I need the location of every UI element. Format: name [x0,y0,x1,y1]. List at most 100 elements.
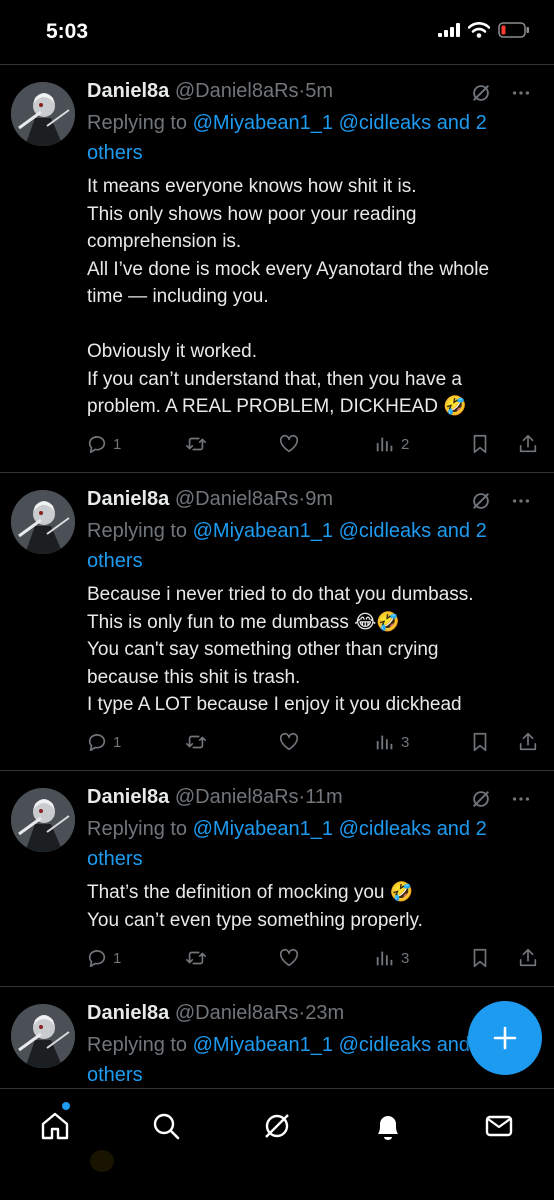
post-text-line: All I’ve done is mock every Ayanotard th… [87,258,490,280]
reply-icon [88,436,106,454]
reply-mentions-link[interactable]: @Miyabean1_1 @cidleaks and 2 [193,818,487,840]
reply-mentions-link[interactable]: @Miyabean1_1 @cidleaks and 2 [193,1034,487,1056]
handle[interactable]: @Daniel8aRs [175,786,299,808]
post-time: 5m [305,80,333,102]
repost-icon [186,951,206,965]
reply-button[interactable]: 1 [86,433,121,455]
wifi-icon [468,22,490,38]
post[interactable]: Daniel8a @Daniel8aRs·9m Replying to @Miy… [0,473,554,771]
post[interactable]: Daniel8a @Daniel8aRs·5m Replying to @Miy… [0,65,554,473]
replying-to-label: Replying to [87,112,193,134]
replying-to: Replying to @Miyabean1_1 @cidleaks and 2… [87,108,507,168]
reply-mentions-link[interactable]: @Miyabean1_1 @cidleaks and 2 [193,112,487,134]
post-actions: 1 2 [86,433,546,459]
timeline-feed[interactable]: Daniel8a @Daniel8aRs·5m Replying to @Miy… [0,64,554,1089]
views-icon [376,735,393,750]
display-name[interactable]: Daniel8a [87,80,169,102]
post-text[interactable]: Because i never tried to do that you dum… [87,581,547,719]
more-icon[interactable] [510,82,532,104]
tab-notifications[interactable] [371,1109,405,1143]
bookmark-icon [473,434,487,454]
views-icon [376,951,393,966]
reply-others-link[interactable]: others [87,1064,143,1086]
post-time: 9m [305,488,333,510]
handle[interactable]: @Daniel8aRs [175,1002,299,1024]
replying-to: Replying to @Miyabean1_1 @cidleaks and 2… [87,1030,507,1089]
tab-messages[interactable] [482,1109,516,1143]
more-icon[interactable] [510,788,532,810]
reply-count: 1 [113,949,122,967]
post-text[interactable]: It means everyone knows how shit it is. … [87,173,547,421]
tab-home[interactable] [38,1109,72,1143]
display-name[interactable]: Daniel8a [87,488,169,510]
post-text-line: comprehension is. [87,231,242,252]
share-button[interactable] [517,947,539,969]
grok-icon[interactable] [470,788,492,810]
avatar[interactable] [11,490,75,554]
post-text[interactable]: That’s the definition of mocking you 🤣 Y… [87,879,547,934]
post-text-line: I type A LOT because I enjoy it you dick… [87,694,462,715]
bookmark-button[interactable] [469,947,491,969]
repost-button[interactable] [184,947,208,969]
avatar[interactable] [11,788,75,852]
post-header-icons [470,490,532,512]
like-button[interactable] [278,947,300,969]
display-name[interactable]: Daniel8a [87,786,169,808]
views-button[interactable]: 3 [374,731,409,753]
post-text-line: That’s the definition of mocking you 🤣 [87,882,414,903]
share-button[interactable] [517,731,539,753]
handle[interactable]: @Daniel8aRs [175,488,299,510]
avatar[interactable] [11,1004,75,1068]
views-button[interactable]: 2 [374,433,409,455]
grok-icon[interactable] [470,82,492,104]
post-text-line: If you can’t understand that, then you h… [87,368,462,390]
status-time: 5:03 [46,20,89,43]
compose-post-button[interactable] [468,1001,542,1075]
home-icon [41,1112,69,1140]
replying-to: Replying to @Miyabean1_1 @cidleaks and 2… [87,814,507,874]
tab-grok[interactable] [260,1109,294,1143]
handle[interactable]: @Daniel8aRs [175,80,299,102]
grok-icon [265,1114,289,1138]
post-text-line: Obviously it worked. [87,341,258,362]
reply-mentions-link[interactable]: @Miyabean1_1 @cidleaks and 2 [193,520,487,542]
post-actions: 1 3 [86,947,546,973]
reply-others-link[interactable]: others [87,142,143,164]
status-icons [438,22,530,38]
replying-to-label: Replying to [87,1034,193,1056]
more-icon[interactable] [510,490,532,512]
bookmark-button[interactable] [469,433,491,455]
reply-icon [88,950,106,968]
grok-icon[interactable] [470,490,492,512]
post-text-line: problem. A REAL PROBLEM, DICKHEAD 🤣 [87,396,467,417]
bookmark-icon [473,732,487,752]
repost-button[interactable] [184,731,208,753]
views-icon [376,437,393,452]
plus-icon [493,1026,517,1050]
replying-to-label: Replying to [87,818,193,840]
tab-search[interactable] [149,1109,183,1143]
reply-button[interactable]: 1 [86,731,121,753]
home-unread-indicator [62,1102,70,1110]
reply-others-link[interactable]: others [87,848,143,870]
views-button[interactable]: 3 [374,947,409,969]
post-text-line: This only shows how poor your reading [87,203,417,225]
avatar[interactable] [11,82,75,146]
reply-others-link[interactable]: others [87,550,143,572]
reply-icon [88,734,106,752]
reply-count: 1 [113,435,122,453]
like-button[interactable] [278,433,300,455]
post-text-line: Because i never tried to do that you dum… [87,584,474,605]
like-button[interactable] [278,731,300,753]
repost-button[interactable] [184,433,208,455]
bookmark-button[interactable] [469,731,491,753]
display-name[interactable]: Daniel8a [87,1002,169,1024]
share-button[interactable] [517,433,539,455]
cellular-signal-icon [438,23,460,37]
post-time: 11m [305,786,343,808]
reply-button[interactable]: 1 [86,947,121,969]
post[interactable]: Daniel8a @Daniel8aRs·11m Replying to @Mi… [0,771,554,987]
share-icon [519,732,537,751]
post-text-line [87,311,547,339]
view-count: 3 [401,733,410,751]
